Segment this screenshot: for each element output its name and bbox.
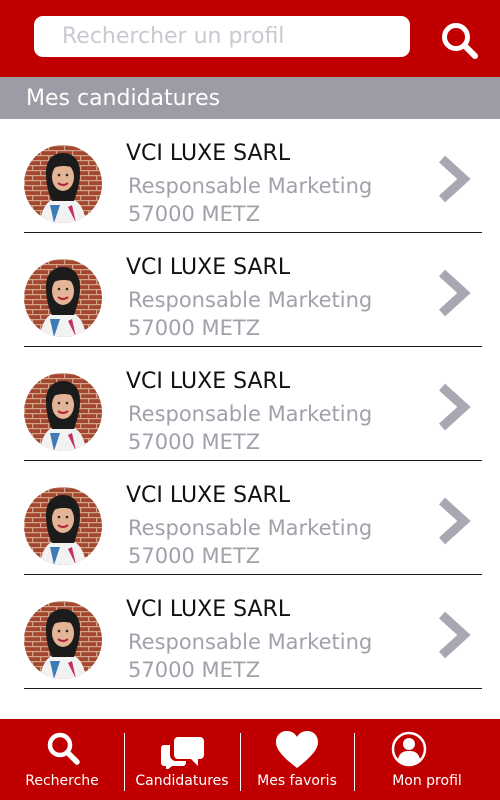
nav-label: Recherche (25, 773, 99, 789)
nav-recherche[interactable]: Recherche (0, 719, 124, 800)
job-title: Responsable Marketing (128, 516, 373, 540)
list-item[interactable]: VCI LUXE SARL Responsable Marketing 5700… (0, 119, 500, 233)
bottom-nav: Recherche Candidatures Mes favoris Mon p… (0, 719, 500, 800)
avatar-photo (24, 145, 102, 223)
avatar (24, 259, 102, 337)
chevron-right-icon[interactable] (434, 381, 474, 433)
search-box[interactable] (34, 16, 410, 57)
location: 57000 METZ (128, 202, 261, 226)
search-icon (442, 23, 478, 59)
nav-profil[interactable]: Mon profil (354, 719, 500, 800)
company-name: VCI LUXE SARL (126, 369, 291, 394)
chevron-right-icon[interactable] (434, 609, 474, 661)
search-input[interactable] (62, 24, 382, 49)
avatar-photo (24, 601, 102, 679)
chat-bubbles-icon (161, 737, 204, 769)
list-item[interactable]: VCI LUXE SARL Responsable Marketing 5700… (0, 347, 500, 461)
location: 57000 METZ (128, 430, 261, 454)
company-name: VCI LUXE SARL (126, 255, 291, 280)
nav-favoris[interactable]: Mes favoris (240, 719, 354, 800)
user-icon (391, 731, 427, 767)
section-header: Mes candidatures (0, 77, 500, 119)
chevron-right-icon[interactable] (434, 267, 474, 319)
job-title: Responsable Marketing (128, 630, 373, 654)
avatar (24, 601, 102, 679)
avatar (24, 145, 102, 223)
list-item[interactable]: VCI LUXE SARL Responsable Marketing 5700… (0, 461, 500, 575)
nav-divider (240, 733, 241, 791)
chevron-right-icon[interactable] (434, 495, 474, 547)
nav-candidatures[interactable]: Candidatures (124, 719, 240, 800)
nav-label: Mes favoris (257, 773, 337, 789)
app-screen: Mes candidatures VCI LUXE SARL Responsab… (0, 0, 500, 800)
nav-divider (124, 733, 125, 791)
avatar-photo (24, 373, 102, 451)
company-name: VCI LUXE SARL (126, 597, 291, 622)
nav-label: Candidatures (135, 773, 229, 789)
section-title: Mes candidatures (26, 85, 221, 111)
search-icon (47, 732, 80, 765)
divider (24, 688, 482, 689)
job-title: Responsable Marketing (128, 288, 373, 312)
location: 57000 METZ (128, 658, 261, 682)
chevron-right-icon[interactable] (434, 153, 474, 205)
location: 57000 METZ (128, 316, 261, 340)
search-button[interactable] (440, 21, 480, 61)
list-item[interactable]: VCI LUXE SARL Responsable Marketing 5700… (0, 233, 500, 347)
applications-list: VCI LUXE SARL Responsable Marketing 5700… (0, 119, 500, 689)
job-title: Responsable Marketing (128, 174, 373, 198)
nav-divider (354, 733, 355, 791)
company-name: VCI LUXE SARL (126, 141, 291, 166)
location: 57000 METZ (128, 544, 261, 568)
avatar (24, 487, 102, 565)
top-bar (0, 0, 500, 77)
company-name: VCI LUXE SARL (126, 483, 291, 508)
job-title: Responsable Marketing (128, 402, 373, 426)
avatar-photo (24, 259, 102, 337)
avatar (24, 373, 102, 451)
avatar-photo (24, 487, 102, 565)
heart-icon (276, 731, 318, 768)
list-item[interactable]: VCI LUXE SARL Responsable Marketing 5700… (0, 575, 500, 689)
nav-label: Mon profil (392, 773, 462, 789)
